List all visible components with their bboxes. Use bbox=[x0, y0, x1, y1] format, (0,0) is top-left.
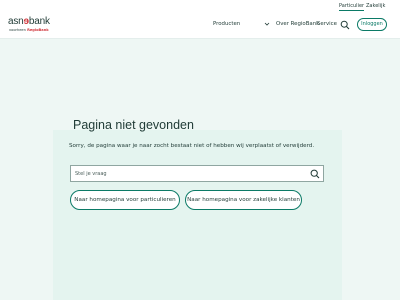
search-field[interactable]: Stel je vraag bbox=[70, 165, 324, 182]
main-content: Pagina niet gevonden Sorry, de pagina wa… bbox=[0, 39, 400, 300]
search-icon[interactable] bbox=[340, 20, 350, 30]
utility-bar: Particulier Zakelijk bbox=[0, 0, 400, 12]
nav-item-over-regiobank[interactable]: Over RegioBank bbox=[276, 21, 319, 27]
logo-sub-prefix: voorheen bbox=[9, 28, 28, 32]
search-input[interactable]: Stel je vraag bbox=[75, 171, 107, 177]
not-found-card: Pagina niet gevonden Sorry, de pagina wa… bbox=[53, 118, 342, 300]
home-zakelijk-button[interactable]: Naar homepagina voor zakelijke klanten bbox=[185, 190, 302, 210]
home-particulieren-button[interactable]: Naar homepagina voor particulieren bbox=[70, 190, 180, 210]
error-description: Sorry, de pagina waar je naar zocht best… bbox=[69, 143, 315, 149]
search-icon[interactable] bbox=[310, 169, 320, 179]
particulier-link[interactable]: Particulier bbox=[339, 3, 365, 11]
logo[interactable]: asnɘbank voorheen RegioBank bbox=[8, 16, 58, 36]
logo-suffix: bank bbox=[28, 16, 50, 27]
page-title: Pagina niet gevonden bbox=[73, 118, 194, 132]
logo-sub-brand: RegioBank bbox=[27, 28, 49, 32]
login-button[interactable]: Inloggen bbox=[357, 18, 387, 31]
chevron-down-icon[interactable] bbox=[264, 21, 270, 27]
nav-item-products[interactable]: Producten bbox=[213, 21, 240, 27]
logo-subtitle: voorheen RegioBank bbox=[9, 28, 49, 32]
nav-item-service[interactable]: Service bbox=[317, 21, 337, 27]
logo-wordmark: asnɘbank bbox=[8, 16, 50, 27]
zakelijk-link[interactable]: Zakelijk bbox=[366, 3, 385, 9]
logo-prefix: asn bbox=[8, 16, 24, 27]
header: asnɘbank voorheen RegioBank Producten Ov… bbox=[0, 12, 400, 39]
